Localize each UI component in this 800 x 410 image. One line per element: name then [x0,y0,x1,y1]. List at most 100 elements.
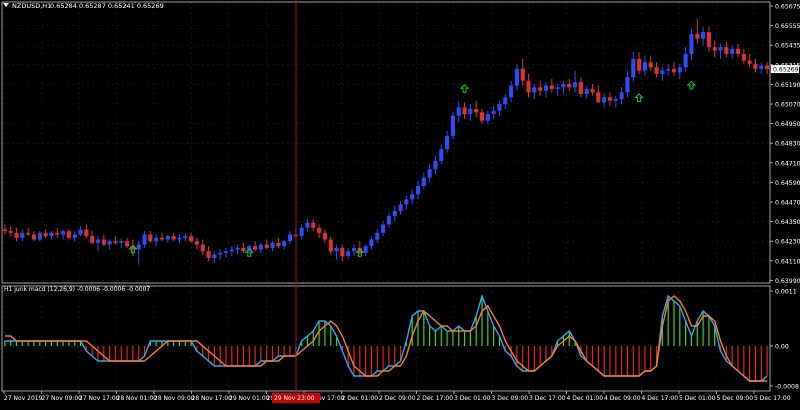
candle-body [497,104,502,111]
price-label: 0.63990 [775,278,800,285]
candle-body [322,232,327,240]
time-label: 2 Dec 17:00 [417,395,454,402]
candle-body [369,239,374,247]
candle-body [235,247,240,250]
candle-body [532,87,537,93]
price-label: 0.64110 [775,258,800,265]
candle-body [119,241,124,243]
candle-body [637,58,642,71]
candle-body [165,236,170,240]
time-label: 3 Dec 01:00 [454,395,491,402]
candle-body [625,77,630,93]
indicator-axis: 0.0011 0.00 -0.0008 [770,289,799,391]
candle-body [712,47,717,51]
price-label: 0.65435 [775,43,800,50]
candle-body [282,241,287,247]
up-arrow-icon [686,80,697,90]
candle-body [351,247,357,252]
candle-body [392,211,397,217]
time-label: 29 Nov 01:00 [229,395,270,402]
candle-body [26,232,31,235]
candle-body [2,229,7,232]
time-label: 2 Dec 09:00 [379,395,416,402]
candle-body [264,244,269,248]
candle-body [561,83,566,88]
candle-body [55,232,60,235]
candle-body [765,65,770,69]
candle-body [683,53,688,68]
candle-body [299,227,304,237]
candle-body [567,83,572,88]
candle-body [183,236,188,238]
candle-body [31,234,37,240]
candle-body [730,48,735,54]
candle-body [619,92,624,100]
candle-body [386,216,391,225]
candle-body [613,99,618,101]
candle-body [14,232,19,238]
candle-body [445,135,450,150]
candle-body [159,237,165,240]
candle-body [654,67,659,74]
price-label: 0.64470 [775,200,800,207]
candle-body [526,80,531,93]
candle-body [90,236,95,243]
time-label: 4 Dec 09:00 [604,395,641,402]
indicator-grid [2,286,770,391]
candle-body [206,251,211,258]
time-label: 2 Dec 01:00 [342,395,379,402]
candle-body [718,47,723,51]
candle-body [101,239,106,245]
candle-body [578,82,583,94]
candle-body [276,242,281,247]
candle-body [631,58,636,78]
candle-body [78,229,83,235]
candle-body [596,92,601,103]
candle-body [602,97,607,103]
candle-body [642,62,647,71]
candle-body [427,169,432,178]
signal-arrows [128,80,697,257]
candle-body [677,67,682,73]
chart-canvas[interactable]: 0.656750.655550.654350.653150.651900.650… [0,0,800,406]
candle-body [584,88,589,94]
candle-body [136,244,141,250]
triangle-down-icon[interactable] [3,3,9,7]
time-label: 5 Dec 09:00 [717,395,754,402]
chart-frame [1,0,771,392]
time-label: 28 Nov 01:00 [117,395,158,402]
time-label: 4 Dec 17:00 [642,395,679,402]
candle-body [456,107,461,116]
candle-body [549,85,554,89]
candle-body [61,231,66,235]
candle-body [479,112,485,121]
candle-body [20,232,25,238]
current-price-label: 0.65269 [773,66,799,73]
candle-body [398,204,403,212]
indicator-frame [1,285,771,392]
candle-body [759,65,764,69]
candle-body [212,254,217,258]
candle-body [410,194,415,200]
candle-body [340,247,345,257]
candle-body [747,60,752,64]
candle-body [142,234,147,245]
time-label: 5 Dec 17:00 [754,395,791,402]
candle-body [753,63,758,69]
time-label: 3 Dec 09:00 [492,395,529,402]
candle-body [439,149,444,161]
time-label: 27 Nov 09:00 [42,395,83,402]
candle-body [421,177,426,186]
candle-body [514,68,519,86]
candle-body [538,87,543,91]
price-grid [2,2,770,283]
price-label: 0.64950 [775,121,800,128]
candle-body [241,247,246,252]
candle-body [43,232,48,237]
time-label: 4 Dec 01:00 [567,395,604,402]
price-label: 0.65070 [775,102,800,109]
price-label: 0.64710 [775,160,800,167]
chart-window: 0.656750.655550.654350.653150.651900.650… [0,0,800,406]
candle-body [328,239,333,252]
time-highlight-label: 29 Nov 23:00 [274,395,315,402]
